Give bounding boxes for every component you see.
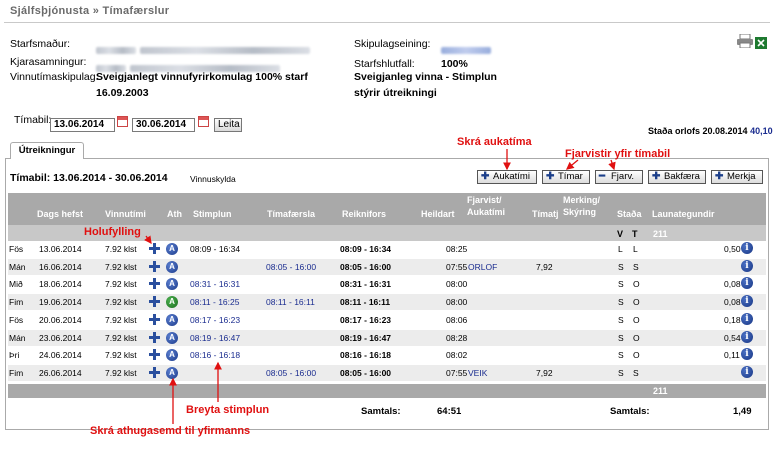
annotation-arrows — [144, 149, 616, 424]
